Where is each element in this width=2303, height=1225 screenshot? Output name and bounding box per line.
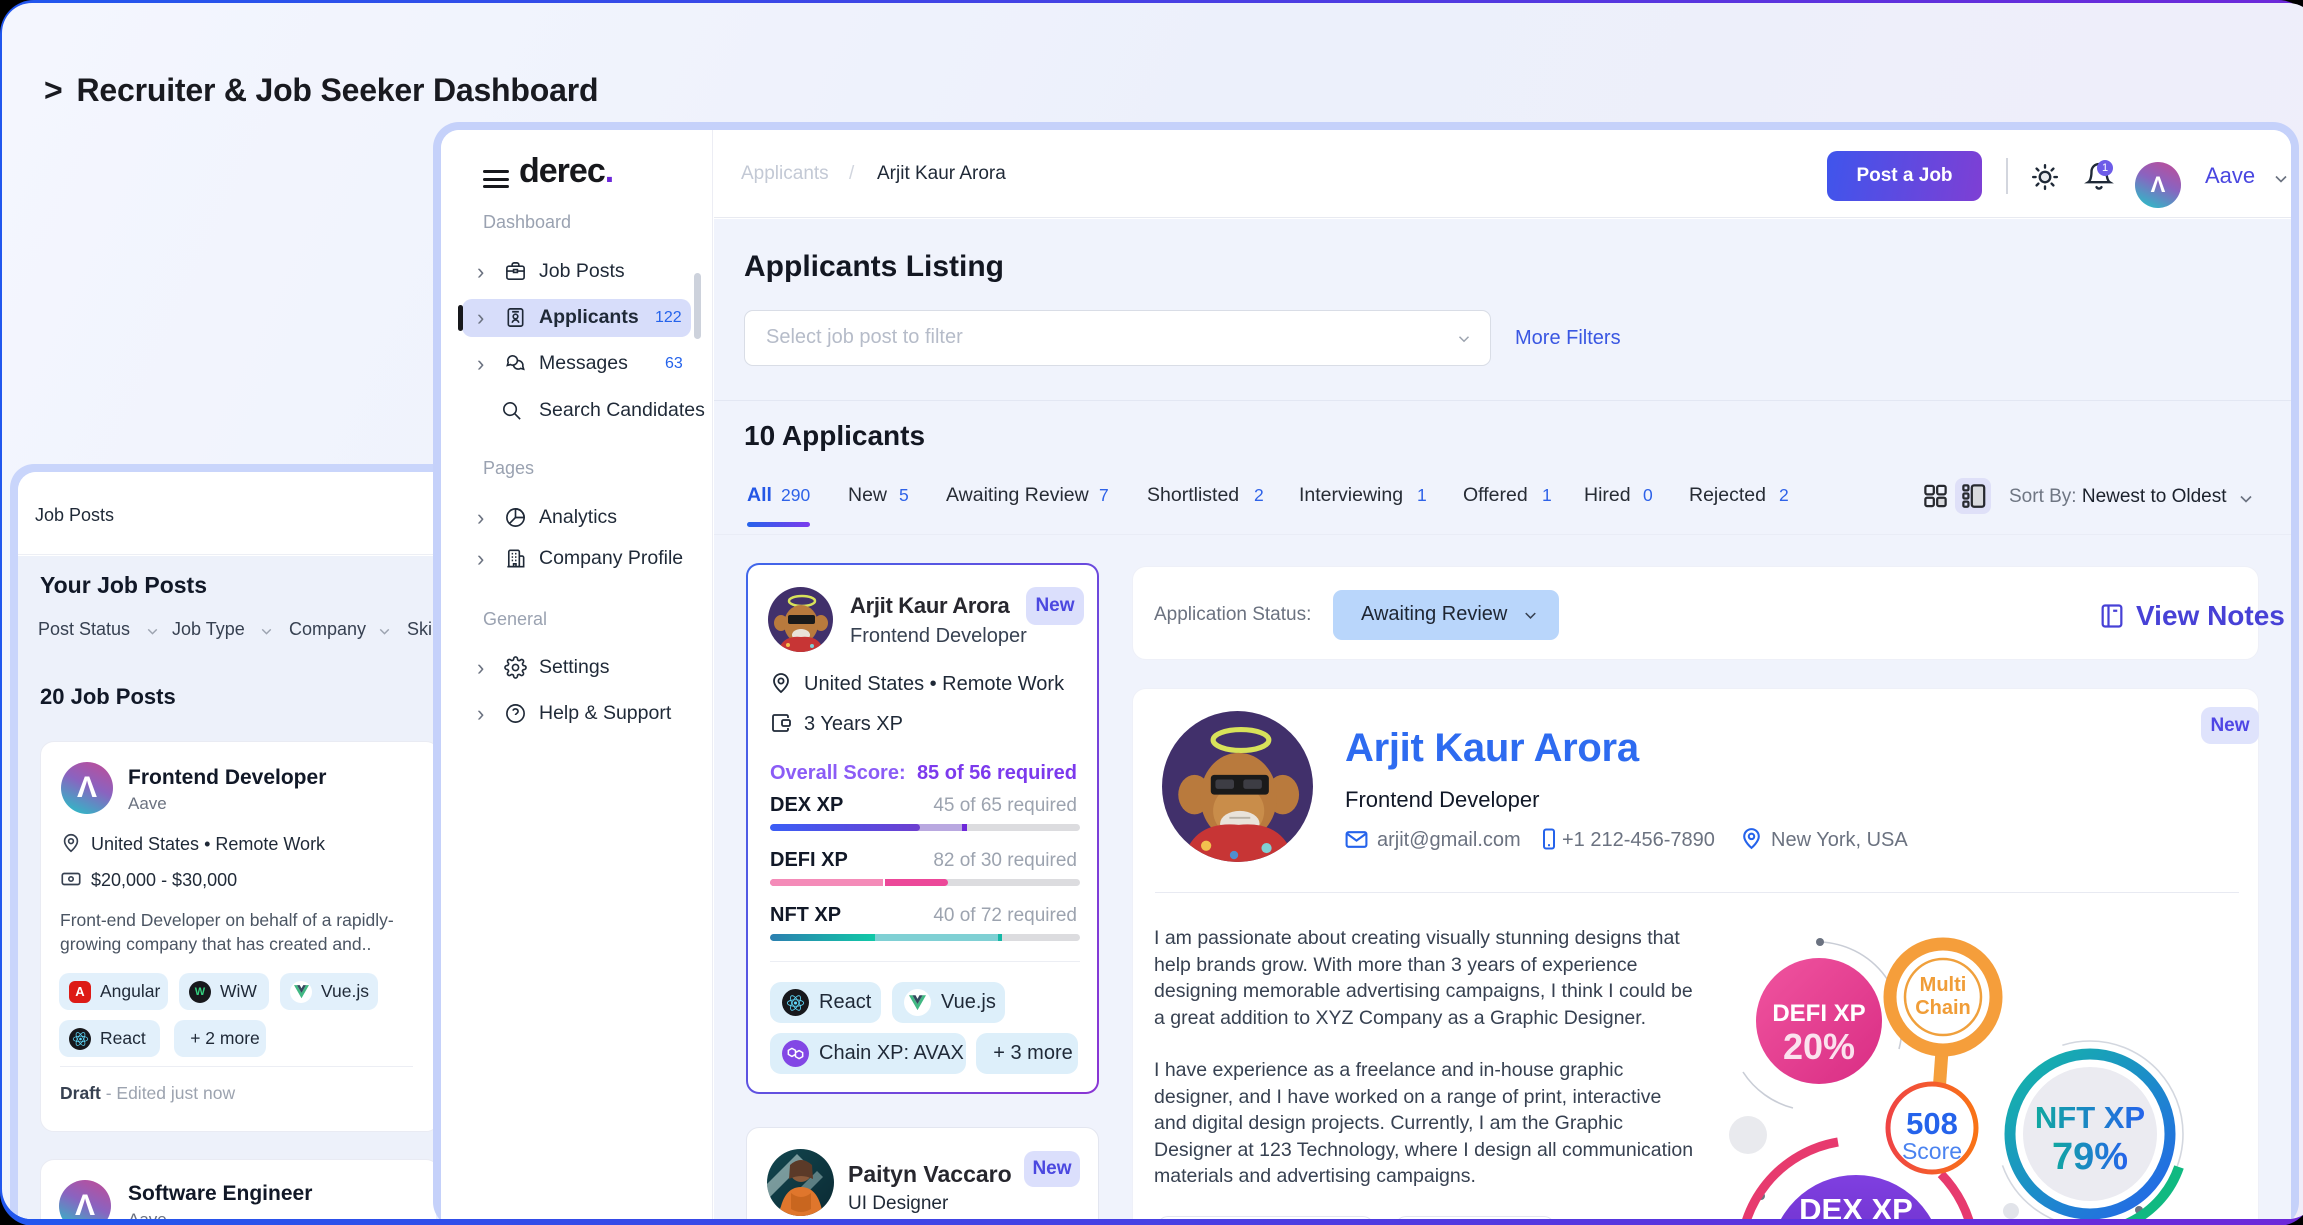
svg-text:Chain: Chain: [1915, 997, 1971, 1019]
svg-text:20%: 20%: [1783, 1026, 1855, 1067]
svg-text:DEX XP: DEX XP: [1799, 1192, 1913, 1219]
svg-text:NFT XP: NFT XP: [2035, 1100, 2145, 1135]
svg-text:Multi: Multi: [1920, 974, 1967, 996]
svg-text:Score: Score: [1902, 1138, 1962, 1164]
svg-text:DEFI XP: DEFI XP: [1772, 1000, 1865, 1027]
svg-text:508: 508: [1906, 1106, 1958, 1141]
svg-text:79%: 79%: [2052, 1136, 2128, 1178]
